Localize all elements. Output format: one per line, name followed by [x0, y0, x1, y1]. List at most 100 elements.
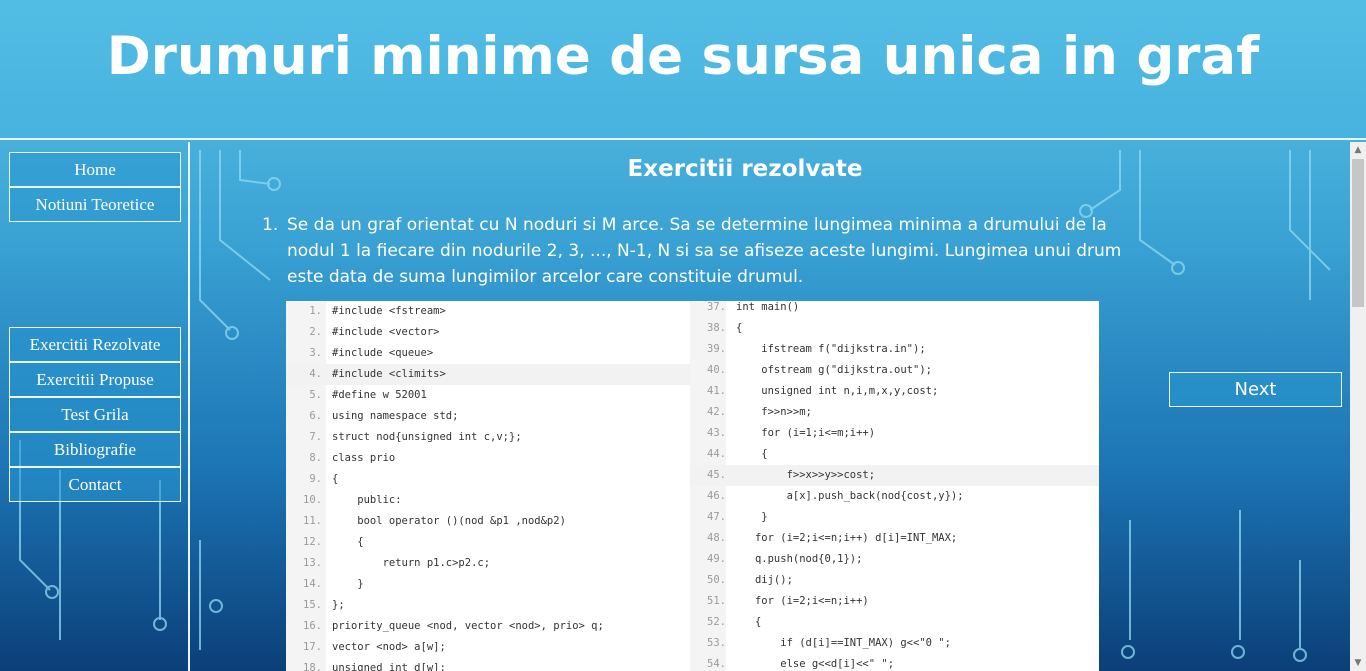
- nav-exercitii-rezolvate[interactable]: Exercitii Rezolvate: [9, 327, 181, 362]
- code-text: {: [736, 616, 762, 628]
- code-text: int main(): [736, 301, 800, 313]
- code-line: 7. struct nod{unsigned int c,v;};: [286, 427, 690, 448]
- exercise-number: 1.: [262, 215, 279, 235]
- code-line: 6. using namespace std;: [286, 406, 690, 427]
- line-number: 8.: [309, 452, 322, 464]
- code-image-right: 37. int main() 38. {39. ifstream f("dijkstr…: [690, 301, 1099, 671]
- line-number: 52.: [707, 616, 726, 628]
- nav-test-grila[interactable]: Test Grila: [9, 397, 181, 432]
- code-text: #include <vector>: [332, 326, 440, 338]
- code-line: 12. {: [286, 532, 690, 553]
- code-text: f>>n>>m;: [736, 406, 812, 418]
- scroll-thumb[interactable]: [1352, 159, 1364, 307]
- line-number: 38.: [707, 322, 726, 334]
- nav-contact[interactable]: Contact: [9, 467, 181, 502]
- code-text: struct nod{unsigned int c,v;};: [332, 431, 522, 443]
- code-line: 17. vector <nod> a[w];: [286, 637, 690, 658]
- code-line: 40. ofstream g("dijkstra.out");: [690, 360, 1099, 381]
- code-line: 54. else g<<d[i]<<" ";: [690, 654, 1099, 671]
- code-text: a[x].push_back(nod{cost,y});: [736, 490, 964, 502]
- code-text: unsigned int n,i,m,x,y,cost;: [736, 385, 939, 397]
- line-number: 54.: [707, 658, 726, 670]
- code-text: {: [332, 473, 339, 485]
- code-line: 13. return p1.c>p2.c;: [286, 553, 690, 574]
- nav-bibliografie[interactable]: Bibliografie: [9, 432, 181, 467]
- next-button[interactable]: Next: [1169, 372, 1342, 407]
- code-text: for (i=1;i<=m;i++): [736, 427, 876, 439]
- line-number: 40.: [707, 364, 726, 376]
- code-text: public:: [332, 494, 402, 506]
- code-text: using namespace std;: [332, 410, 459, 422]
- code-text: {: [736, 448, 768, 460]
- code-line: 53. if (d[i]==INT_MAX) g<<"0 ";: [690, 633, 1099, 654]
- line-number: 49.: [707, 553, 726, 565]
- line-number: 1.: [309, 305, 322, 317]
- code-text: #include <climits>: [332, 368, 446, 380]
- sidebar: Home Notiuni Teoretice Exercitii Rezolva…: [0, 142, 190, 671]
- code-line: 14. }: [286, 574, 690, 595]
- exercise-text: Se da un graf orientat cu N noduri si M …: [287, 215, 1122, 287]
- code-image-left: 1. #include <fstream> 2. #include <vector> 3…: [286, 301, 690, 671]
- line-number: 2.: [309, 326, 322, 338]
- nav-exercitii-propuse[interactable]: Exercitii Propuse: [9, 362, 181, 397]
- line-number: 13.: [303, 557, 322, 569]
- line-number: 6.: [309, 410, 322, 422]
- code-line: 44. {: [690, 444, 1099, 465]
- code-text: priority_queue <nod, vector <nod>, prio>…: [332, 620, 604, 632]
- code-text: dij();: [736, 574, 793, 586]
- code-text: bool operator ()(nod &p1 ,nod&p2): [332, 515, 566, 527]
- code-line: 41. unsigned int n,i,m,x,y,cost;: [690, 381, 1099, 402]
- code-line: 16. priority_queue <nod, vector <nod>, pr…: [286, 616, 690, 637]
- line-number: 39.: [707, 343, 726, 355]
- code-text: class prio: [332, 452, 396, 464]
- code-line: 38. {: [690, 318, 1099, 339]
- code-text: vector <nod> a[w];: [332, 641, 446, 653]
- code-line: 3. #include <queue>: [286, 343, 690, 364]
- line-number: 42.: [707, 406, 726, 418]
- code-line: 47. }: [690, 507, 1099, 528]
- code-line: 39. ifstream f("dijkstra.in");: [690, 339, 1099, 360]
- line-number: 10.: [303, 494, 322, 506]
- code-text: #define w 52001: [332, 389, 427, 401]
- code-line: 52. {: [690, 612, 1099, 633]
- line-number: 51.: [707, 595, 726, 607]
- line-number: 7.: [309, 431, 322, 443]
- line-number: 45.: [707, 469, 726, 481]
- code-text: for (i=2;i<=n;i++): [736, 595, 869, 607]
- code-line: 43. for (i=1;i<=m;i++): [690, 423, 1099, 444]
- code-line: 2. #include <vector>: [286, 322, 690, 343]
- scroll-down-icon[interactable]: ▼: [1350, 655, 1366, 671]
- nav-home[interactable]: Home: [9, 152, 181, 187]
- line-number: 3.: [309, 347, 322, 359]
- line-number: 12.: [303, 536, 322, 548]
- line-number: 48.: [707, 532, 726, 544]
- code-text: q.push(nod{0,1});: [736, 553, 863, 565]
- line-number: 14.: [303, 578, 322, 590]
- nav-notiuni-teoretice[interactable]: Notiuni Teoretice: [9, 187, 181, 222]
- code-text: }: [332, 578, 364, 590]
- code-text: #include <queue>: [332, 347, 434, 359]
- vertical-scrollbar[interactable]: ▲ ▼: [1350, 142, 1366, 671]
- code-text: {: [736, 322, 743, 334]
- code-line: 5. #define w 52001: [286, 385, 690, 406]
- line-number: 9.: [309, 473, 322, 485]
- code-line: 15.};: [286, 595, 690, 616]
- section-title: Exercitii rezolvate: [627, 156, 863, 182]
- code-text: unsigned int d[w];: [332, 662, 446, 671]
- line-number: 5.: [309, 389, 322, 401]
- line-number: 50.: [707, 574, 726, 586]
- code-text: #include <fstream>: [332, 305, 446, 317]
- code-line: 46. a[x].push_back(nod{cost,y});: [690, 486, 1099, 507]
- code-text: ofstream g("dijkstra.out");: [736, 364, 932, 376]
- code-line: 50. dij();: [690, 570, 1099, 591]
- code-text: {: [332, 536, 364, 548]
- code-text: };: [332, 599, 345, 611]
- line-number: 43.: [707, 427, 726, 439]
- line-number: 16.: [303, 620, 322, 632]
- line-number: 41.: [707, 385, 726, 397]
- code-text: for (i=2;i<=n;i++) d[i]=INT_MAX;: [736, 532, 958, 544]
- code-text: }: [736, 511, 768, 523]
- line-number: 4.: [309, 368, 322, 380]
- line-number: 47.: [707, 511, 726, 523]
- scroll-up-icon[interactable]: ▲: [1350, 142, 1366, 158]
